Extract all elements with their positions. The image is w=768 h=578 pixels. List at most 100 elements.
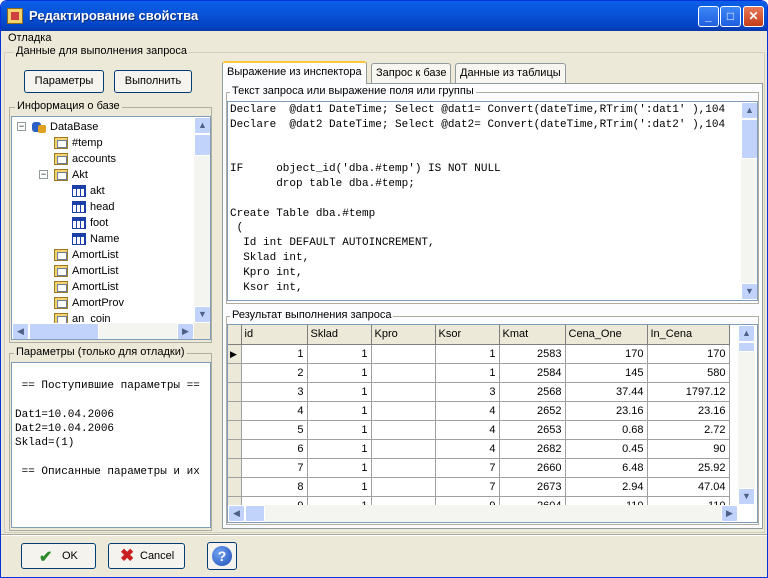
query-text-editor[interactable]: Declare @dat1 DateTime; Select @dat1= Co… [227,101,758,301]
column-header[interactable]: Sklad [307,325,372,345]
scroll-right-icon[interactable]: ▶ [177,323,194,339]
params-debug-textbox[interactable]: == Поступившие параметры == Dat1=10.04.2… [11,362,211,528]
table-cell[interactable]: 23.16 [565,401,648,421]
table-cell[interactable]: 1 [435,363,500,383]
table-cell[interactable]: 8 [241,477,308,497]
table-cell[interactable]: 1 [307,477,372,497]
table-cell[interactable]: 1 [241,344,308,364]
tree-item[interactable]: Name [72,231,119,247]
scroll-up-icon[interactable]: ▲ [194,117,210,134]
column-header[interactable]: Cena_One [565,325,648,345]
table-row[interactable]: 2 1 1 2584 145 580 [228,363,730,383]
grid-horizontal-scrollbar[interactable]: ◀ ▶ [228,505,738,522]
table-cell[interactable]: 145 [565,363,648,383]
table-cell[interactable] [371,420,436,440]
table-cell[interactable]: 0.45 [565,439,648,459]
db-tree[interactable]: − DataBase #temp accounts − Akt akt head foot Nam… [11,116,211,340]
tree-item[interactable]: − Akt [39,167,88,183]
table-cell[interactable]: 0.68 [565,420,648,440]
cancel-button[interactable]: ✖ Cancel [108,543,185,569]
table-cell[interactable]: 2673 [499,477,566,497]
scroll-thumb[interactable] [29,323,99,339]
table-cell[interactable]: 4 [241,401,308,421]
table-cell[interactable] [371,477,436,497]
table-cell[interactable]: 37.44 [565,382,648,402]
table-cell[interactable]: 23.16 [647,401,730,421]
tab-table-data[interactable]: Данные из таблицы [455,63,566,83]
menu-debug[interactable]: Отладка [8,32,51,46]
table-cell[interactable]: 1 [307,344,372,364]
table-row[interactable]: ▶ 1 1 1 2583 170 170 [228,344,730,364]
table-cell[interactable]: 7 [435,477,500,497]
close-button[interactable]: ✕ [743,6,764,27]
table-cell[interactable]: 5 [241,420,308,440]
table-cell[interactable] [371,401,436,421]
table-cell[interactable]: 1 [307,382,372,402]
table-cell[interactable]: 2653 [499,420,566,440]
column-header[interactable]: In_Cena [647,325,730,345]
result-grid[interactable]: id Sklad Kpro Ksor Kmat Cena_One In_Cena ▶ 1 1 1 2… [227,324,758,523]
tree-item[interactable]: AmortList [54,247,118,263]
scroll-left-icon[interactable]: ◀ [12,323,29,339]
table-row[interactable]: 3 1 3 2568 37.44 1797.12 [228,382,730,402]
scroll-thumb[interactable] [194,134,210,156]
tree-item[interactable]: akt [72,183,105,199]
table-row[interactable]: 8 1 7 2673 2.94 47.04 [228,477,730,497]
table-cell[interactable]: 2682 [499,439,566,459]
table-cell[interactable]: 25.92 [647,458,730,478]
tree-item[interactable]: AmortList [54,263,118,279]
scroll-up-icon[interactable]: ▲ [738,325,755,342]
tree-item[interactable]: #temp [54,135,103,151]
column-header[interactable]: Ksor [435,325,500,345]
tree-item[interactable]: foot [72,215,108,231]
grid-vertical-scrollbar[interactable]: ▲ ▼ [738,325,755,505]
result-table[interactable]: id Sklad Kpro Ksor Kmat Cena_One In_Cena ▶ 1 1 1 2… [228,325,730,516]
table-cell[interactable]: 7 [435,458,500,478]
row-indicator[interactable] [228,439,242,459]
maximize-button[interactable]: □ [720,6,741,27]
scroll-up-icon[interactable]: ▲ [741,102,757,119]
table-cell[interactable]: 2.94 [565,477,648,497]
table-cell[interactable]: 3 [241,382,308,402]
scroll-down-icon[interactable]: ▼ [738,488,755,505]
scroll-thumb[interactable] [245,505,265,522]
table-cell[interactable]: 2584 [499,363,566,383]
table-cell[interactable]: 47.04 [647,477,730,497]
row-indicator[interactable]: ▶ [228,344,242,364]
table-cell[interactable]: 1 [435,344,500,364]
table-row[interactable]: 6 1 4 2682 0.45 90 [228,439,730,459]
collapse-icon[interactable]: − [17,122,26,131]
execute-button[interactable]: Выполнить [114,70,192,93]
table-cell[interactable]: 1 [307,439,372,459]
table-cell[interactable] [371,344,436,364]
ok-button[interactable]: ✔ OK [21,543,96,569]
table-cell[interactable]: 170 [647,344,730,364]
row-indicator[interactable] [228,420,242,440]
column-header[interactable]: id [241,325,308,345]
table-cell[interactable]: 4 [435,401,500,421]
scroll-right-icon[interactable]: ▶ [721,505,738,522]
table-cell[interactable]: 1 [307,401,372,421]
table-cell[interactable]: 90 [647,439,730,459]
table-cell[interactable]: 6.48 [565,458,648,478]
help-button[interactable]: ? [207,542,237,570]
table-cell[interactable]: 1 [307,458,372,478]
collapse-icon[interactable]: − [39,170,48,179]
table-cell[interactable]: 580 [647,363,730,383]
table-cell[interactable]: 170 [565,344,648,364]
table-cell[interactable]: 4 [435,439,500,459]
table-cell[interactable]: 2568 [499,382,566,402]
table-cell[interactable]: 1 [307,363,372,383]
query-vertical-scrollbar[interactable]: ▲ ▼ [741,102,757,300]
table-cell[interactable]: 1 [307,420,372,440]
table-cell[interactable]: 2583 [499,344,566,364]
tree-item[interactable]: accounts [54,151,116,167]
row-indicator[interactable] [228,382,242,402]
column-header[interactable]: Kpro [371,325,436,345]
tab-inspector-expression[interactable]: Выражение из инспектора [222,61,367,84]
table-cell[interactable]: 3 [435,382,500,402]
table-cell[interactable]: 7 [241,458,308,478]
tree-item[interactable]: AmortList [54,279,118,295]
tree-item[interactable]: − DataBase [17,119,98,135]
row-indicator[interactable] [228,458,242,478]
